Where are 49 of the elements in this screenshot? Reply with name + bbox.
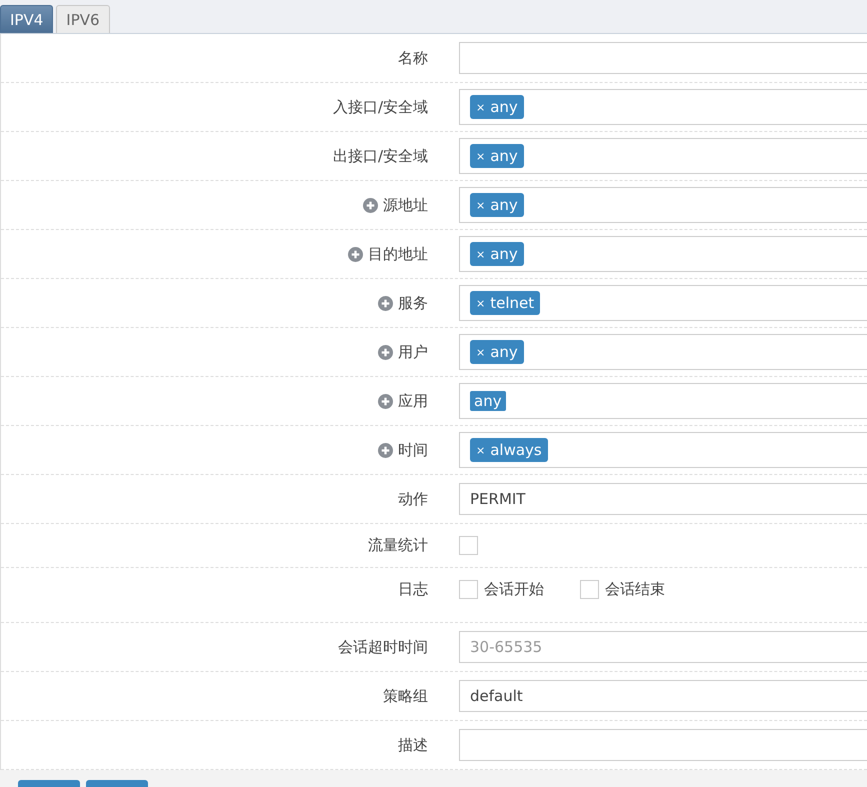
field-label: 名称	[398, 48, 428, 68]
tag-field[interactable]: × any	[459, 138, 867, 174]
tag[interactable]: × any	[470, 144, 524, 168]
tag-field[interactable]: × any	[459, 89, 867, 125]
tag[interactable]: × telnet	[470, 291, 540, 315]
field-label: 动作	[398, 490, 428, 508]
text-field[interactable]: PERMIT	[459, 483, 867, 515]
add-icon[interactable]	[348, 246, 363, 262]
tag-field[interactable]: any	[459, 383, 867, 419]
tag-field[interactable]: × any	[459, 334, 867, 370]
tag[interactable]: × any	[470, 193, 524, 217]
tab[interactable]: IPV6	[56, 5, 110, 33]
field-label: 会话超时时间	[338, 638, 428, 656]
tag[interactable]: × always	[470, 438, 548, 462]
add-icon[interactable]	[378, 344, 393, 360]
add-icon[interactable]	[363, 198, 378, 212]
field-label: 应用	[398, 392, 428, 410]
field-label: 流量统计	[368, 536, 428, 555]
tag[interactable]: × any	[470, 340, 524, 364]
tag[interactable]: × any	[470, 242, 524, 266]
text-field[interactable]: 30-65535	[459, 631, 867, 663]
checkbox-label: 会话开始	[484, 580, 544, 599]
tag-field[interactable]: × any	[459, 236, 867, 272]
tag-field[interactable]: × telnet	[459, 285, 867, 321]
tag[interactable]: × any	[470, 95, 524, 119]
field-label: 策略组	[383, 686, 428, 706]
checkbox-label: 会话结束	[605, 580, 665, 599]
tag-field[interactable]: × always	[459, 432, 867, 468]
checkbox[interactable]	[580, 580, 599, 599]
field-label: 目的地址	[368, 244, 428, 264]
text-field[interactable]	[459, 42, 867, 74]
field-label: 出接口/安全域	[332, 146, 428, 166]
field-label: 日志	[398, 580, 428, 599]
tab[interactable]: IPV4	[0, 5, 54, 33]
text-field[interactable]: default	[459, 680, 867, 712]
checkbox[interactable]	[459, 580, 478, 599]
field-label: 服务	[398, 294, 428, 312]
field-label: 用户	[398, 342, 428, 362]
field-label: 入接口/安全域	[332, 98, 428, 116]
field-label: 描述	[398, 736, 428, 754]
checkbox[interactable]	[459, 536, 478, 555]
tag[interactable]: any	[470, 391, 506, 411]
tag-field[interactable]: × any	[459, 187, 867, 223]
add-icon[interactable]	[378, 394, 393, 408]
add-icon[interactable]	[378, 296, 393, 310]
add-icon[interactable]	[378, 442, 393, 458]
text-field[interactable]	[459, 729, 867, 761]
field-label: 源地址	[383, 196, 428, 214]
field-label: 时间	[398, 440, 428, 460]
